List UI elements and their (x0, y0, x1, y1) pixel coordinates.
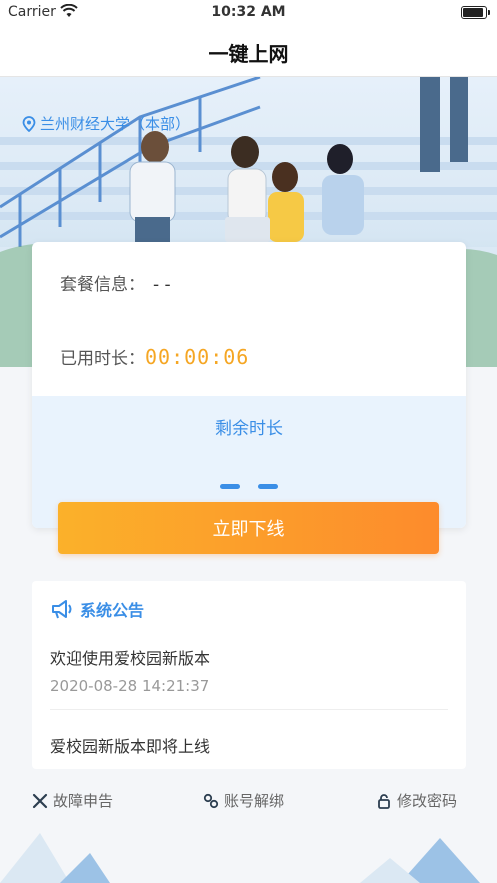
remaining-time-label: 剩余时长 (215, 419, 283, 439)
announcement-title: 系统公告 (80, 601, 145, 620)
package-value: - - (153, 275, 171, 295)
battery-icon (461, 6, 490, 19)
divider (50, 709, 448, 710)
remaining-time-value (32, 474, 466, 493)
status-bar: Carrier 10:32 AM (0, 0, 497, 26)
used-time-row: 已用时长：00:00:06 (60, 344, 249, 369)
used-time-label: 已用时长： (60, 349, 145, 369)
location-label: 兰州财经大学（本部） (40, 115, 191, 133)
package-info-row: 套餐信息： - - (60, 270, 171, 295)
used-time-value: 00:00:06 (145, 345, 250, 369)
clock: 10:32 AM (211, 4, 286, 20)
location-pin-icon (22, 115, 36, 132)
navigation-bar: 一键上网 (0, 26, 497, 77)
system-announcement-panel: 系统公告 欢迎使用爱校园新版本 2020-08-28 14:21:37 爱校园新… (32, 581, 466, 769)
megaphone-icon (52, 600, 72, 619)
mountain-decoration (0, 833, 480, 883)
connection-info-card: 套餐信息： - - 已用时长：00:00:06 剩余时长 (32, 242, 466, 528)
campus-location[interactable]: 兰州财经大学（本部） (22, 113, 190, 134)
announcement-header: 系统公告 (50, 597, 144, 621)
package-label: 套餐信息： (60, 275, 145, 295)
announcement-item[interactable]: 欢迎使用爱校园新版本 (50, 645, 210, 669)
announcement-date: 2020-08-28 14:21:37 (50, 677, 210, 695)
go-offline-button[interactable]: 立即下线 (58, 502, 439, 554)
page-title: 一键上网 (208, 42, 289, 66)
announcement-item[interactable]: 爱校园新版本即将上线 (50, 733, 210, 757)
